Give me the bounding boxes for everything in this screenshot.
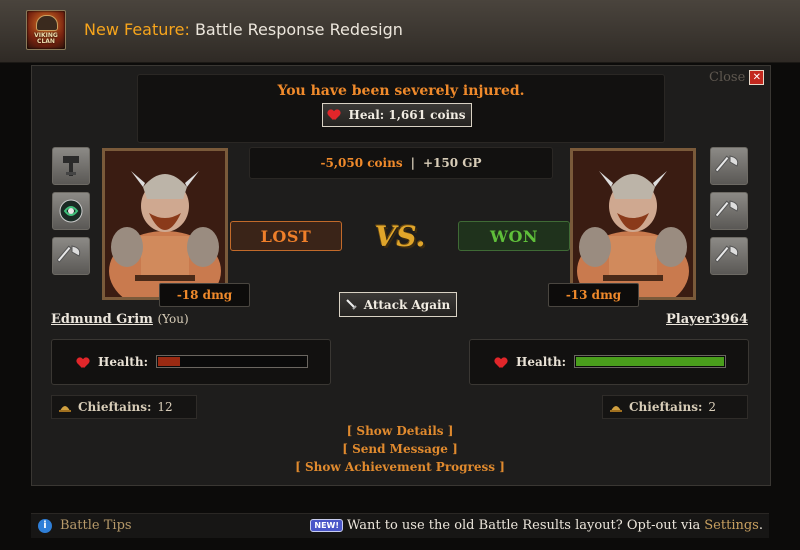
opponent-name-link[interactable]: Player3964 [666, 312, 748, 327]
axe-icon[interactable] [710, 147, 748, 185]
player-name-link[interactable]: Edmund Grim [51, 312, 153, 327]
heart-icon [77, 358, 89, 369]
title-text: Battle Response Redesign [194, 20, 403, 39]
optout-period: . [758, 518, 763, 533]
heart-icon [495, 358, 507, 369]
logo-text: VIKING CLAN [34, 32, 58, 45]
injury-message: You have been severely injured. [277, 83, 525, 99]
chieftains-value: 12 [157, 400, 173, 414]
helmet-icon [36, 15, 58, 31]
page-title: New Feature: Battle Response Redesign [84, 20, 403, 39]
attack-again-button[interactable]: Attack Again [339, 292, 457, 317]
opponent-result-badge: WON [458, 221, 570, 251]
player-health-panel: Health: [51, 339, 331, 385]
viking-clan-logo: VIKING CLAN [26, 10, 66, 50]
chieftains-label: Chieftains: [629, 400, 703, 414]
battle-tips-link[interactable]: Battle Tips [60, 518, 132, 533]
versus-emblem: VS. [374, 219, 426, 253]
chieftains-label: Chieftains: [78, 400, 152, 414]
sword-icon [346, 298, 357, 310]
player-name-row: Edmund Grim (You) [51, 312, 189, 327]
opponent-health-panel: Health: [469, 339, 749, 385]
player-portrait [102, 148, 228, 300]
send-message-link[interactable]: [ Send Message ] [231, 442, 569, 456]
player-result-badge: LOST [230, 221, 342, 251]
optout-message: NEW! Want to use the old Battle Results … [310, 518, 763, 533]
player-damage: -18 dmg [159, 283, 250, 307]
settings-link[interactable]: Settings [704, 518, 759, 533]
chieftains-value: 2 [708, 400, 717, 414]
chieftain-helmet-icon [610, 406, 622, 412]
loot-separator: | [410, 156, 415, 170]
axe-icon[interactable] [710, 237, 748, 275]
heal-label: Heal: 1,661 coins [348, 108, 466, 122]
player-health-bar [156, 355, 308, 368]
hammer-icon[interactable] [52, 147, 90, 185]
new-badge: NEW! [310, 519, 344, 532]
loot-coins: -5,050 coins [320, 156, 403, 170]
opponent-health-bar [574, 355, 726, 368]
opponent-portrait [570, 148, 696, 300]
heal-button[interactable]: Heal: 1,661 coins [322, 103, 472, 127]
loot-gp: +150 GP [422, 156, 482, 170]
footer-bar: i Battle Tips NEW! Want to use the old B… [31, 513, 769, 538]
page-header: VIKING CLAN New Feature: Battle Response… [0, 0, 800, 63]
axe-icon[interactable] [710, 192, 748, 230]
player-you-label: (You) [157, 312, 189, 326]
chieftain-helmet-icon [59, 406, 71, 412]
opponent-chieftains: Chieftains: 2 [602, 395, 748, 419]
viking-warrior-image [105, 151, 225, 297]
heart-icon [328, 110, 340, 121]
axe-icon[interactable] [52, 237, 90, 275]
player-chieftains: Chieftains: 12 [51, 395, 197, 419]
health-label: Health: [98, 355, 149, 369]
opponent-name-row: Player3964 [666, 312, 748, 327]
opponent-health-fill [576, 357, 724, 366]
rune-shield-icon[interactable] [52, 192, 90, 230]
attack-again-label: Attack Again [363, 297, 451, 312]
info-icon: i [38, 519, 52, 533]
player-health-fill [158, 357, 180, 366]
viking-warrior-image [573, 151, 693, 297]
opponent-damage: -13 dmg [548, 283, 639, 307]
close-icon: ✕ [749, 69, 765, 85]
health-label: Health: [516, 355, 567, 369]
close-button[interactable]: Close ✕ [709, 68, 765, 86]
loot-summary: -5,050 coins | +150 GP [249, 147, 553, 179]
close-label: Close [709, 69, 746, 85]
show-achievement-link[interactable]: [ Show Achievement Progress ] [231, 460, 569, 474]
title-accent: New Feature: [84, 20, 190, 39]
show-details-link[interactable]: [ Show Details ] [231, 424, 569, 438]
optout-text: Want to use the old Battle Results layou… [347, 518, 701, 533]
